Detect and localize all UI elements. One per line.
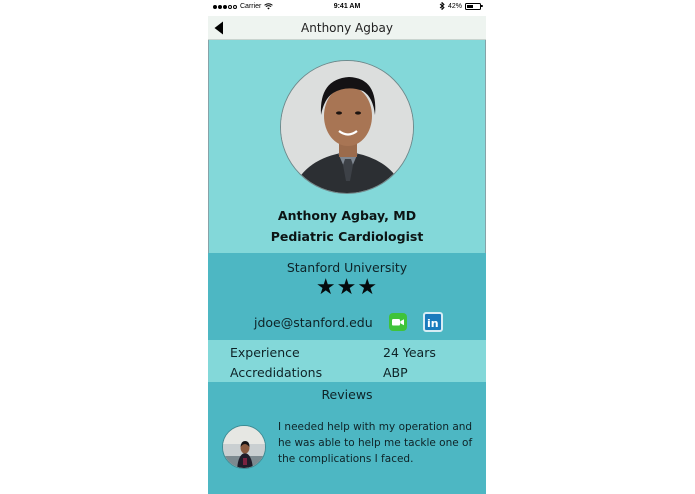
details-section: Experience 24 Years Accredidations ABP: [208, 340, 486, 382]
nav-bar: Anthony Agbay: [208, 16, 486, 40]
facetime-icon[interactable]: [389, 313, 407, 331]
email-link[interactable]: jdoe@stanford.edu: [254, 315, 373, 330]
star-rating: ★★★: [315, 275, 379, 300]
detail-label-accreditations: Accredidations: [230, 365, 323, 380]
info-section: Stanford University ★★★ jdoe@stanford.ed…: [208, 253, 486, 340]
battery-percent: 42%: [447, 2, 462, 10]
bluetooth-icon: [439, 2, 445, 10]
university-label: Stanford University: [286, 260, 408, 275]
detail-value-experience: 24 Years: [383, 345, 436, 360]
doctor-name: Anthony Agbay, MD: [277, 208, 417, 223]
linkedin-icon[interactable]: in: [423, 312, 443, 332]
status-bar: Carrier 9:41 AM 42%: [208, 0, 486, 16]
status-right: 42%: [439, 2, 483, 10]
reviews-title: Reviews: [321, 387, 373, 402]
phone-screen: Carrier 9:41 AM 42% Anthony Agbay Anthon…: [208, 0, 486, 494]
detail-label-experience: Experience: [230, 345, 300, 360]
nav-title: Anthony Agbay: [301, 21, 393, 35]
detail-value-accreditations: ABP: [383, 365, 408, 380]
doctor-photo: [280, 60, 414, 194]
battery-icon: [465, 2, 483, 10]
reviews-section: Reviews I needed help with my operation …: [208, 382, 486, 494]
review-text: I needed help with my operation and he w…: [278, 421, 473, 465]
profile-section: Anthony Agbay, MD Pediatric Cardiologist: [208, 40, 486, 253]
doctor-specialty: Pediatric Cardiologist: [270, 229, 424, 244]
reviewer-photo: [222, 425, 266, 469]
linkedin-icon-text: in: [427, 317, 439, 330]
